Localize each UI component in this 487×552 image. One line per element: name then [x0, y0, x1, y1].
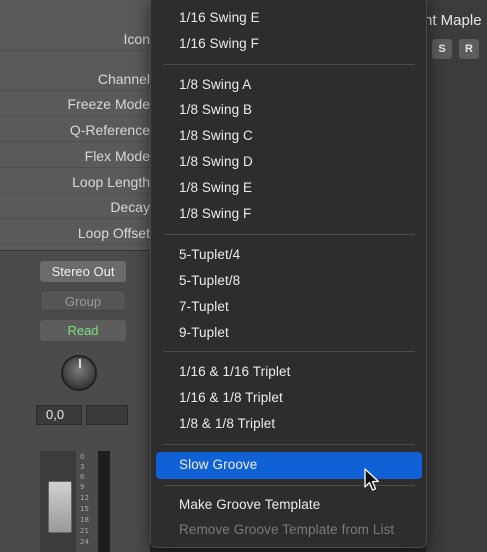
quantize-popup-menu: 1/16 Swing E 1/16 Swing F 1/8 Swing A 1/…	[150, 0, 427, 548]
inspector-label: Icon	[123, 31, 150, 47]
meter-tick: 21	[80, 527, 89, 535]
menu-item[interactable]: 1/8 Swing F	[179, 206, 251, 221]
meter-tick: 18	[80, 516, 89, 524]
menu-item[interactable]: 7-Tuplet	[179, 299, 229, 314]
menu-separator	[163, 351, 415, 352]
inspector-label: Channel	[97, 71, 150, 87]
meter-tick: 9	[80, 483, 85, 491]
menu-item[interactable]: 9-Tuplet	[179, 325, 229, 340]
inspector-row-decay[interactable]: Decay	[0, 196, 170, 219]
solo-button[interactable]: S	[432, 39, 452, 59]
track-inspector: Icon Channel Freeze Mode Q-Reference Fle…	[0, 0, 170, 250]
meter-tick: 0	[80, 453, 85, 461]
menu-item-remove-groove-template: Remove Groove Template from List	[179, 522, 395, 537]
level-meter	[98, 451, 110, 552]
inspector-label: Decay	[110, 199, 150, 215]
menu-item-make-groove-template[interactable]: Make Groove Template	[179, 497, 320, 512]
inspector-row-icon[interactable]: Icon	[0, 28, 170, 51]
output-button[interactable]: Stereo Out	[40, 261, 126, 282]
pan-value[interactable]	[86, 405, 128, 425]
meter-tick: 24	[80, 538, 89, 546]
menu-item[interactable]: 1/16 & 1/16 Triplet	[179, 364, 290, 379]
meter-tick: 3	[80, 463, 85, 471]
inspector-label: Loop Offset	[77, 225, 150, 241]
inspector-row-q-reference[interactable]: Q-Reference	[0, 119, 170, 142]
volume-value[interactable]: 0,0	[36, 405, 82, 425]
pan-knob[interactable]	[61, 355, 97, 391]
meter-tick: 15	[80, 505, 89, 513]
mouse-pointer-icon	[364, 468, 380, 491]
menu-item[interactable]: 5-Tuplet/4	[179, 247, 240, 262]
inspector-row-loop-offset[interactable]: Loop Offset	[0, 222, 170, 245]
menu-item[interactable]: 1/8 Swing D	[179, 154, 253, 169]
volume-fader-handle[interactable]	[48, 481, 72, 533]
track-name[interactable]: nt Maple	[424, 12, 482, 29]
menu-item[interactable]: 1/8 Swing A	[179, 77, 251, 92]
menu-item[interactable]: 1/16 Swing F	[179, 36, 259, 51]
inspector-label: Flex Mode	[84, 148, 150, 164]
inspector-label: Loop Length	[72, 174, 150, 190]
inspector-row-loop-length[interactable]: Loop Length	[0, 171, 170, 194]
menu-item[interactable]: 1/16 Swing E	[179, 10, 260, 25]
menu-separator	[163, 234, 415, 235]
meter-tick: 12	[80, 494, 89, 502]
menu-item[interactable]: 1/8 Swing E	[179, 180, 252, 195]
meter-tick: 6	[80, 473, 85, 481]
menu-item[interactable]: 1/8 Swing C	[179, 128, 253, 143]
channel-strip: Stereo Out Group Read 0,0 0 3 6 9 12 15 …	[0, 250, 150, 552]
inspector-row-flex-mode[interactable]: Flex Mode	[0, 145, 170, 168]
record-enable-button[interactable]: R	[459, 39, 479, 59]
menu-item[interactable]: 1/8 Swing B	[179, 102, 252, 117]
menu-separator	[163, 444, 415, 445]
group-button[interactable]: Group	[40, 290, 126, 311]
inspector-label: Freeze Mode	[67, 96, 150, 112]
automation-mode-button[interactable]: Read	[40, 320, 126, 341]
menu-item[interactable]: 1/16 & 1/8 Triplet	[179, 390, 283, 405]
inspector-label: Q-Reference	[69, 122, 150, 138]
inspector-row-channel[interactable]: Channel	[0, 68, 170, 91]
menu-item[interactable]: 1/8 & 1/8 Triplet	[179, 416, 275, 431]
menu-separator	[163, 64, 415, 65]
inspector-row-freeze-mode[interactable]: Freeze Mode	[0, 93, 170, 116]
track-header	[426, 0, 487, 552]
menu-item-slow-groove[interactable]: Slow Groove	[179, 457, 257, 472]
menu-item[interactable]: 5-Tuplet/8	[179, 273, 240, 288]
